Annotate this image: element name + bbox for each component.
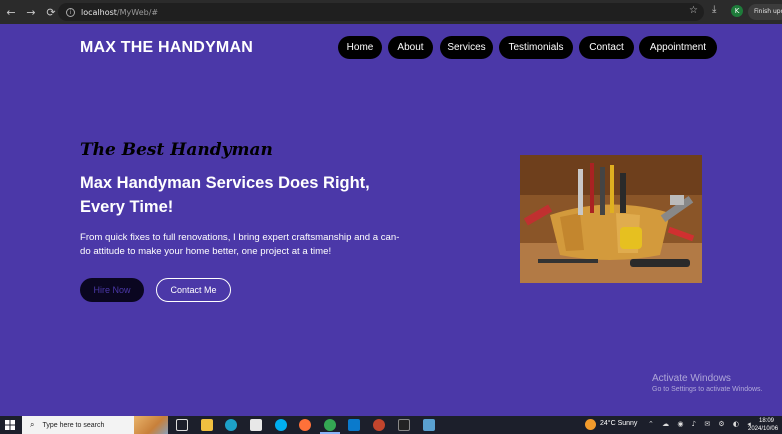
- weather-icon[interactable]: [585, 419, 596, 430]
- url-host: localhost: [81, 7, 117, 17]
- site-logo[interactable]: MAX THE HANDYMAN: [80, 39, 253, 57]
- activate-windows-watermark: Activate Windows Go to Settings to activ…: [652, 373, 763, 393]
- edge-icon[interactable]: [225, 419, 237, 431]
- search-highlight-image: [134, 416, 168, 434]
- address-bar[interactable]: i localhost/MyWeb/# ☆: [58, 3, 704, 21]
- nav-home[interactable]: Home: [338, 36, 382, 59]
- nav-services[interactable]: Services: [440, 36, 493, 59]
- chrome-icon[interactable]: [324, 419, 336, 431]
- weather-text[interactable]: 24°C Sunny: [600, 420, 637, 427]
- browser-toolbar: ← → ⟳ i localhost/MyWeb/# ☆ ⤓ K Finish u…: [0, 0, 782, 24]
- hero-tagline: The Best Handyman: [80, 140, 273, 160]
- search-placeholder: Type here to search: [42, 421, 105, 429]
- windows-taskbar: ⌕ Type here to search 24°C Sunny ⌃ ☁ ◉ ♪…: [0, 416, 782, 434]
- bookmark-star-icon[interactable]: ☆: [689, 5, 698, 16]
- firefox-icon[interactable]: [299, 419, 311, 431]
- contact-me-button[interactable]: Contact Me: [156, 278, 231, 302]
- clock-time: 18:09: [758, 418, 774, 424]
- back-icon[interactable]: ←: [2, 3, 20, 21]
- app-icon[interactable]: [373, 419, 385, 431]
- hire-now-button[interactable]: Hire Now: [80, 278, 144, 302]
- nav-contact[interactable]: Contact: [579, 36, 634, 59]
- tool-belt-illustration: [520, 155, 702, 283]
- clock-date: 2024/10/06: [748, 426, 779, 432]
- taskbar-search[interactable]: ⌕ Type here to search: [22, 416, 168, 434]
- tool-belt-image: [520, 155, 702, 283]
- hero-headline: Max Handyman Services Does Right, Every …: [80, 174, 370, 216]
- taskbar-clock[interactable]: 18:09 2024/10/06: [748, 417, 779, 433]
- profile-avatar[interactable]: K: [731, 5, 743, 17]
- finish-update-button[interactable]: Finish update: [748, 4, 782, 20]
- nav-appointment[interactable]: Appointment: [639, 36, 717, 59]
- forward-icon[interactable]: →: [22, 3, 40, 21]
- tool-icon[interactable]: [423, 419, 435, 431]
- vscode-icon[interactable]: [348, 419, 360, 431]
- file-explorer-icon[interactable]: [201, 419, 213, 431]
- download-icon[interactable]: ⤓: [712, 4, 716, 15]
- watermark-subtitle: Go to Settings to activate Windows.: [652, 386, 763, 393]
- system-tray-icons[interactable]: ⌃ ☁ ◉ ♪ ✉ ⚙ ◐ ◂: [648, 420, 754, 428]
- watermark-title: Activate Windows: [652, 373, 731, 384]
- store-icon[interactable]: [250, 419, 262, 431]
- nav-about[interactable]: About: [388, 36, 433, 59]
- site-info-icon[interactable]: i: [66, 7, 75, 17]
- hero-description: From quick fixes to full renovations, I …: [80, 232, 400, 257]
- terminal-icon[interactable]: [398, 419, 410, 431]
- windows-start-icon[interactable]: [5, 420, 15, 430]
- skype-icon[interactable]: [275, 419, 287, 431]
- search-icon: ⌕: [30, 420, 35, 429]
- nav-testimonials[interactable]: Testimonials: [499, 36, 573, 59]
- url-path: /MyWeb/#: [116, 7, 159, 17]
- task-view-icon[interactable]: [176, 419, 188, 431]
